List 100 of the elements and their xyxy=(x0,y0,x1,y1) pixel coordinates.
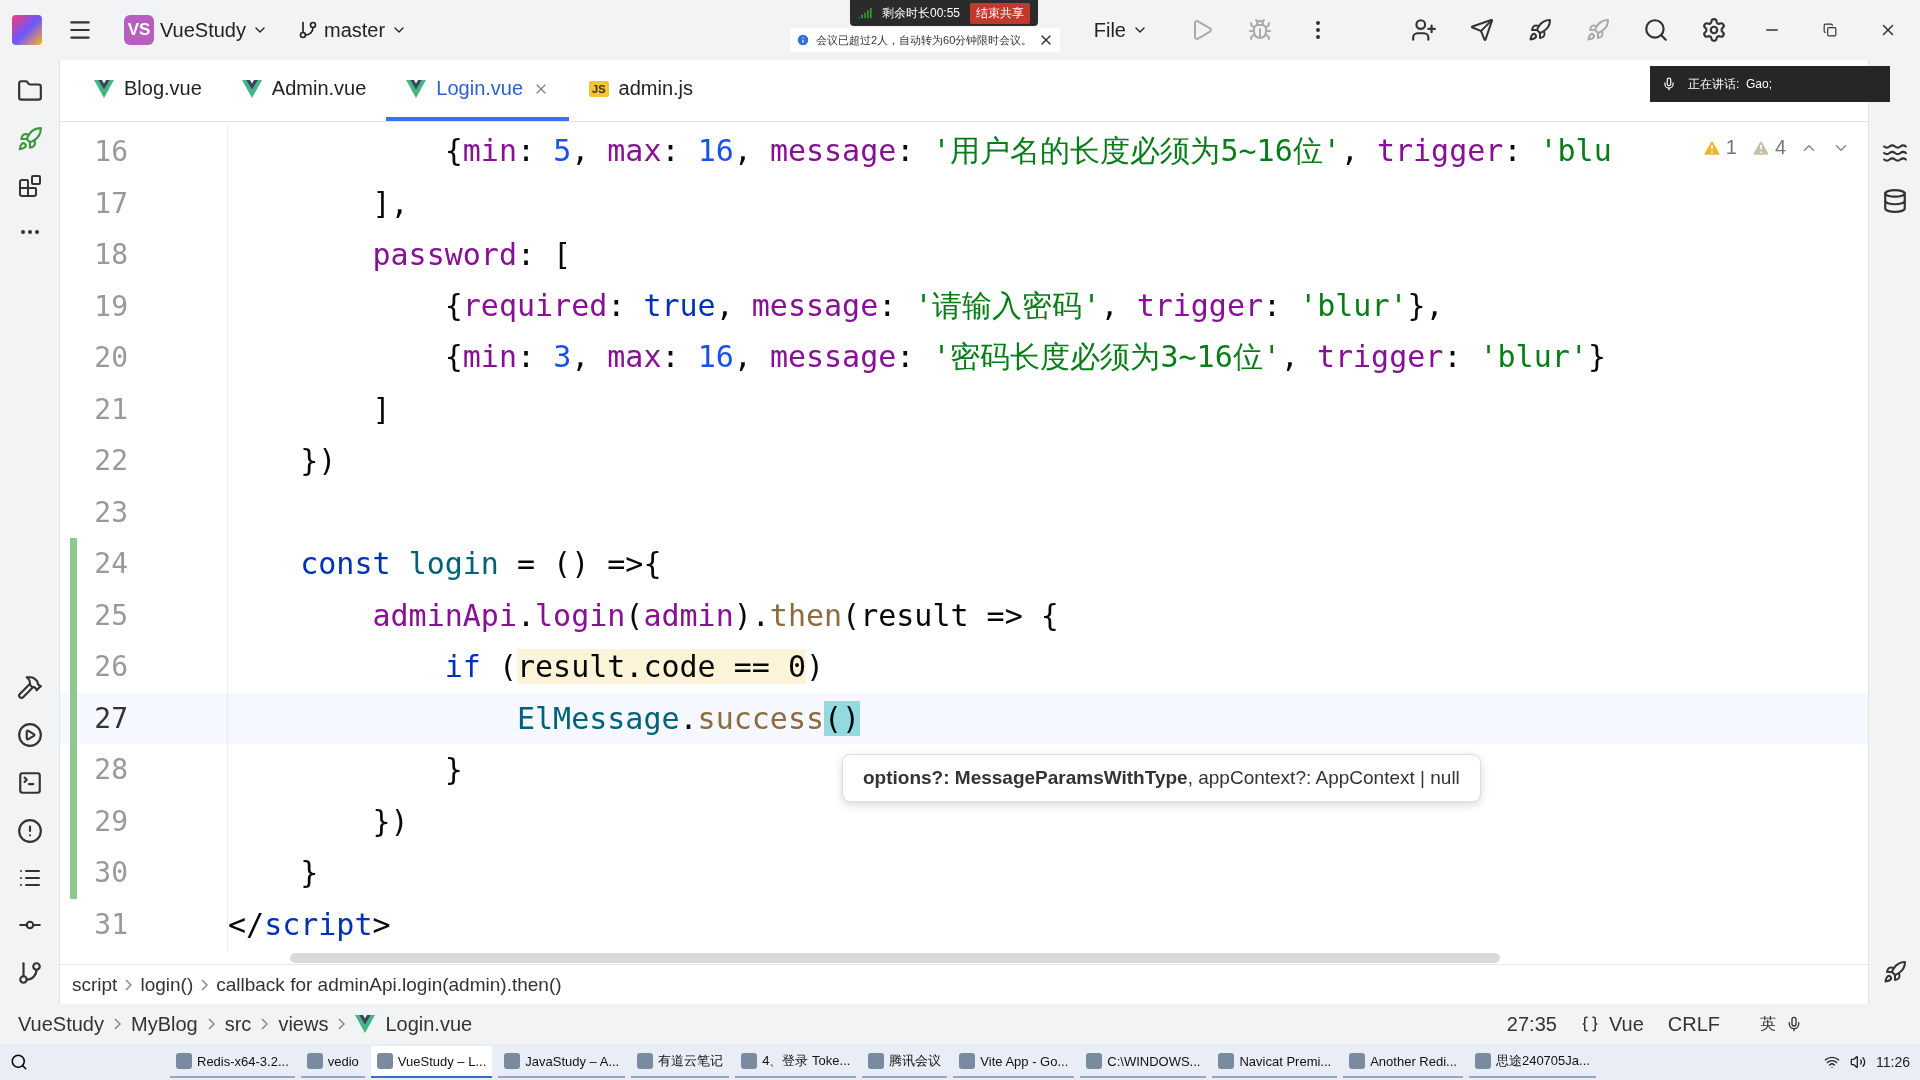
folder-icon[interactable] xyxy=(16,78,43,104)
taskbar-app[interactable]: 腾讯会议 xyxy=(862,1046,948,1078)
app-icon xyxy=(376,1053,393,1069)
parameter-hint-tooltip: options?: MessageParamsWithType, appContext?: AppContext | null xyxy=(842,754,1481,802)
horizontal-scrollbar[interactable] xyxy=(290,953,1500,963)
line-number: 28 xyxy=(93,753,128,787)
terminal-icon[interactable] xyxy=(16,770,43,796)
chevron-icon xyxy=(201,978,209,991)
clock[interactable]: 11:26 xyxy=(1876,1054,1910,1070)
chevron-icon xyxy=(338,1018,346,1030)
file-tab[interactable]: Login.vue xyxy=(386,60,570,121)
line-number: 20 xyxy=(93,341,128,375)
taskbar-app[interactable]: C:\WINDOWS... xyxy=(1080,1046,1207,1078)
warning-indicator[interactable]: 1 xyxy=(1701,136,1737,159)
vue-icon xyxy=(406,79,427,98)
breadcrumb-item[interactable]: login() xyxy=(140,973,194,996)
taskbar-app[interactable]: Vite App - Go... xyxy=(953,1046,1075,1078)
taskbar-app[interactable]: Navicat Premi... xyxy=(1212,1046,1338,1078)
rocket-icon[interactable] xyxy=(1882,960,1907,984)
breadcrumb-item[interactable]: callback for adminApi.login(admin).then() xyxy=(216,973,562,996)
wifi-icon[interactable] xyxy=(1824,1054,1840,1070)
file-menu[interactable]: File xyxy=(1087,14,1154,46)
code-line: }) xyxy=(299,443,337,479)
weak-warning-count: 4 xyxy=(1774,136,1786,159)
volume-icon[interactable] xyxy=(1850,1054,1866,1070)
code-line: {min: 5, max: 16, message: '用户名的长度必须为5~16位', trigger: 'blu xyxy=(443,132,1612,171)
app-icon xyxy=(1218,1053,1235,1069)
line-number: 18 xyxy=(93,238,128,272)
search-icon[interactable] xyxy=(10,1053,28,1071)
line-ending[interactable]: CRLF xyxy=(1667,1012,1720,1036)
project-switcher[interactable]: VS VueStudy xyxy=(118,11,274,49)
input-method-indicator[interactable]: 英 xyxy=(1760,1013,1776,1035)
code-line: } xyxy=(299,855,319,891)
tab-label: admin.js xyxy=(618,77,694,100)
line-number: 29 xyxy=(93,804,128,838)
language-indicator[interactable]: Vue xyxy=(1608,1012,1644,1036)
line-number: 30 xyxy=(93,856,128,890)
git-branch-icon[interactable] xyxy=(16,960,43,986)
tab-label: Admin.vue xyxy=(271,77,367,100)
taskbar-app[interactable]: 有道云笔记 xyxy=(631,1046,730,1078)
path-item[interactable]: VueStudy xyxy=(18,1012,104,1036)
app-icon xyxy=(959,1053,976,1069)
file-tab[interactable]: JS admin.js xyxy=(569,60,714,121)
taskbar-app[interactable]: Redis-x64-3.2... xyxy=(170,1046,295,1078)
path-item[interactable]: views xyxy=(278,1012,329,1036)
code-line: </script> xyxy=(228,906,391,942)
line-number: 27 xyxy=(93,701,128,735)
problems-icon[interactable] xyxy=(16,818,43,844)
line-number: 16 xyxy=(93,135,128,169)
project-name: VueStudy xyxy=(160,18,246,42)
taskbar-app[interactable]: vedio xyxy=(300,1046,365,1078)
project-badge: VS xyxy=(124,15,154,45)
line-number: 21 xyxy=(93,392,128,426)
breadcrumb-item[interactable]: script xyxy=(72,973,118,996)
app-icon xyxy=(504,1053,521,1069)
path-item[interactable]: Login.vue xyxy=(385,1012,473,1036)
git-branch-icon xyxy=(298,20,318,40)
caret-position[interactable]: 27:35 xyxy=(1506,1012,1557,1036)
warning-count: 1 xyxy=(1725,136,1737,159)
taskbar-app[interactable]: JavaStudy – A... xyxy=(498,1046,626,1078)
code-line: } xyxy=(443,752,463,788)
code-line: const login = () =>{ xyxy=(299,546,662,582)
vue-icon xyxy=(355,1015,376,1033)
taskbar-app[interactable]: 4、登录 Toke... xyxy=(735,1046,857,1078)
microphone-icon[interactable] xyxy=(1786,1016,1802,1032)
app-icon xyxy=(741,1053,758,1069)
tab-label: Login.vue xyxy=(436,77,524,100)
file-tab[interactable]: Admin.vue xyxy=(221,60,387,121)
structure-icon[interactable] xyxy=(17,174,42,198)
branch-name: master xyxy=(324,18,386,42)
tab-label: Blog.vue xyxy=(124,77,202,100)
path-item[interactable]: MyBlog xyxy=(131,1012,198,1036)
line-number: 24 xyxy=(93,547,128,581)
taskbar-app[interactable]: Another Redi... xyxy=(1343,1046,1463,1078)
chevron-icon xyxy=(261,1018,269,1030)
app-icon xyxy=(176,1053,192,1069)
line-number: 26 xyxy=(93,650,128,684)
code-line: ], xyxy=(371,185,409,221)
branch-switcher[interactable]: master xyxy=(292,14,414,46)
taskbar-app[interactable]: VueStudy – L... xyxy=(370,1046,493,1078)
stop-sharing-button[interactable]: 结束共享 xyxy=(970,2,1031,24)
speaker-text: 正在讲话: Gao; xyxy=(1688,75,1773,93)
database-icon[interactable] xyxy=(1881,188,1908,214)
chevron-icon xyxy=(125,978,133,991)
app-icon xyxy=(1474,1053,1491,1069)
path-item[interactable]: src xyxy=(224,1012,252,1036)
chevron-icon xyxy=(207,1018,215,1030)
taskbar-app[interactable]: 思途240705Ja... xyxy=(1468,1046,1596,1078)
code-line: ElMessage.success() xyxy=(516,700,861,736)
line-number: 25 xyxy=(93,598,128,632)
code-line: adminApi.login(admin).then(result => { xyxy=(371,597,1059,633)
line-number: 22 xyxy=(93,444,128,478)
code-line: ] xyxy=(371,391,391,427)
hammer-icon[interactable] xyxy=(16,674,43,700)
file-tab[interactable]: Blog.vue xyxy=(74,60,222,121)
app-icon xyxy=(1349,1053,1366,1069)
weak-warning-indicator[interactable]: 4 xyxy=(1750,136,1786,159)
braces-icon xyxy=(1580,1015,1599,1033)
play-icon[interactable] xyxy=(16,722,43,748)
code-line: {required: true, message: '请输入密码', trigger: 'blur'}, xyxy=(443,286,1444,325)
